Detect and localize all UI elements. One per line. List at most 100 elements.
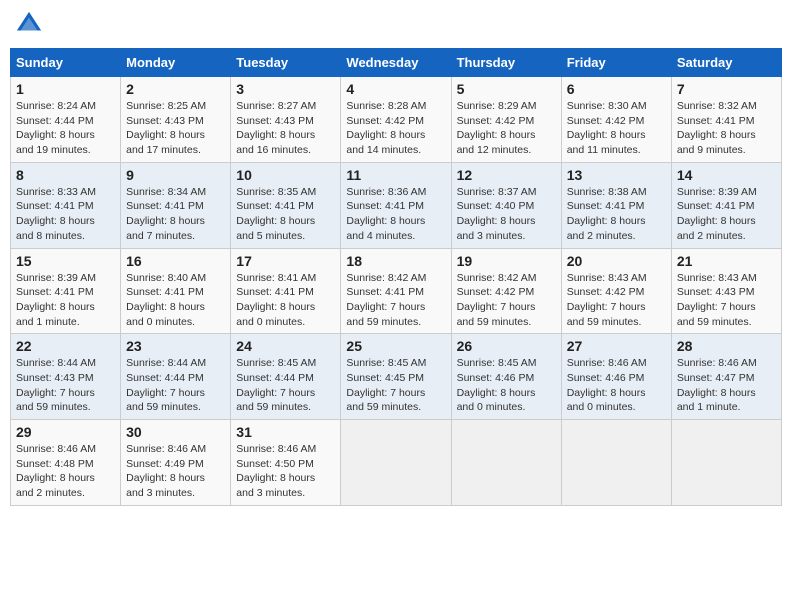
calendar-day-cell: 8 Sunrise: 8:33 AMSunset: 4:41 PMDayligh… xyxy=(11,162,121,248)
calendar-day-cell: 11 Sunrise: 8:36 AMSunset: 4:41 PMDaylig… xyxy=(341,162,451,248)
day-detail: Sunrise: 8:44 AMSunset: 4:43 PMDaylight:… xyxy=(16,356,115,415)
page-header xyxy=(10,10,782,38)
calendar-day-cell xyxy=(451,420,561,506)
calendar-day-cell: 7 Sunrise: 8:32 AMSunset: 4:41 PMDayligh… xyxy=(671,77,781,163)
day-number: 10 xyxy=(236,167,335,183)
calendar-day-cell xyxy=(561,420,671,506)
calendar-day-cell: 20 Sunrise: 8:43 AMSunset: 4:42 PMDaylig… xyxy=(561,248,671,334)
day-header: Wednesday xyxy=(341,49,451,77)
day-detail: Sunrise: 8:33 AMSunset: 4:41 PMDaylight:… xyxy=(16,185,115,244)
calendar-day-cell: 26 Sunrise: 8:45 AMSunset: 4:46 PMDaylig… xyxy=(451,334,561,420)
day-detail: Sunrise: 8:44 AMSunset: 4:44 PMDaylight:… xyxy=(126,356,225,415)
calendar-day-cell: 2 Sunrise: 8:25 AMSunset: 4:43 PMDayligh… xyxy=(121,77,231,163)
day-number: 22 xyxy=(16,338,115,354)
day-number: 4 xyxy=(346,81,445,97)
day-number: 28 xyxy=(677,338,776,354)
calendar-day-cell xyxy=(341,420,451,506)
day-number: 20 xyxy=(567,253,666,269)
calendar-table: SundayMondayTuesdayWednesdayThursdayFrid… xyxy=(10,48,782,506)
day-number: 24 xyxy=(236,338,335,354)
day-detail: Sunrise: 8:25 AMSunset: 4:43 PMDaylight:… xyxy=(126,99,225,158)
calendar-day-cell: 16 Sunrise: 8:40 AMSunset: 4:41 PMDaylig… xyxy=(121,248,231,334)
day-detail: Sunrise: 8:37 AMSunset: 4:40 PMDaylight:… xyxy=(457,185,556,244)
calendar-day-cell: 18 Sunrise: 8:42 AMSunset: 4:41 PMDaylig… xyxy=(341,248,451,334)
calendar-day-cell: 31 Sunrise: 8:46 AMSunset: 4:50 PMDaylig… xyxy=(231,420,341,506)
day-detail: Sunrise: 8:29 AMSunset: 4:42 PMDaylight:… xyxy=(457,99,556,158)
day-number: 17 xyxy=(236,253,335,269)
day-number: 19 xyxy=(457,253,556,269)
calendar-day-cell: 28 Sunrise: 8:46 AMSunset: 4:47 PMDaylig… xyxy=(671,334,781,420)
calendar-header-row: SundayMondayTuesdayWednesdayThursdayFrid… xyxy=(11,49,782,77)
day-number: 6 xyxy=(567,81,666,97)
day-header: Tuesday xyxy=(231,49,341,77)
day-detail: Sunrise: 8:45 AMSunset: 4:44 PMDaylight:… xyxy=(236,356,335,415)
calendar-day-cell: 25 Sunrise: 8:45 AMSunset: 4:45 PMDaylig… xyxy=(341,334,451,420)
day-number: 7 xyxy=(677,81,776,97)
calendar-day-cell: 4 Sunrise: 8:28 AMSunset: 4:42 PMDayligh… xyxy=(341,77,451,163)
calendar-day-cell: 17 Sunrise: 8:41 AMSunset: 4:41 PMDaylig… xyxy=(231,248,341,334)
calendar-day-cell: 6 Sunrise: 8:30 AMSunset: 4:42 PMDayligh… xyxy=(561,77,671,163)
calendar-day-cell: 9 Sunrise: 8:34 AMSunset: 4:41 PMDayligh… xyxy=(121,162,231,248)
calendar-day-cell: 14 Sunrise: 8:39 AMSunset: 4:41 PMDaylig… xyxy=(671,162,781,248)
day-header: Friday xyxy=(561,49,671,77)
day-number: 1 xyxy=(16,81,115,97)
calendar-day-cell: 19 Sunrise: 8:42 AMSunset: 4:42 PMDaylig… xyxy=(451,248,561,334)
day-number: 9 xyxy=(126,167,225,183)
day-detail: Sunrise: 8:39 AMSunset: 4:41 PMDaylight:… xyxy=(16,271,115,330)
day-detail: Sunrise: 8:36 AMSunset: 4:41 PMDaylight:… xyxy=(346,185,445,244)
day-number: 3 xyxy=(236,81,335,97)
day-detail: Sunrise: 8:32 AMSunset: 4:41 PMDaylight:… xyxy=(677,99,776,158)
day-header: Thursday xyxy=(451,49,561,77)
day-detail: Sunrise: 8:35 AMSunset: 4:41 PMDaylight:… xyxy=(236,185,335,244)
calendar-week-row: 15 Sunrise: 8:39 AMSunset: 4:41 PMDaylig… xyxy=(11,248,782,334)
day-detail: Sunrise: 8:43 AMSunset: 4:42 PMDaylight:… xyxy=(567,271,666,330)
day-detail: Sunrise: 8:46 AMSunset: 4:48 PMDaylight:… xyxy=(16,442,115,501)
day-number: 25 xyxy=(346,338,445,354)
day-detail: Sunrise: 8:45 AMSunset: 4:46 PMDaylight:… xyxy=(457,356,556,415)
calendar-day-cell: 30 Sunrise: 8:46 AMSunset: 4:49 PMDaylig… xyxy=(121,420,231,506)
calendar-day-cell: 27 Sunrise: 8:46 AMSunset: 4:46 PMDaylig… xyxy=(561,334,671,420)
day-detail: Sunrise: 8:28 AMSunset: 4:42 PMDaylight:… xyxy=(346,99,445,158)
day-detail: Sunrise: 8:46 AMSunset: 4:49 PMDaylight:… xyxy=(126,442,225,501)
day-number: 8 xyxy=(16,167,115,183)
day-detail: Sunrise: 8:38 AMSunset: 4:41 PMDaylight:… xyxy=(567,185,666,244)
day-number: 30 xyxy=(126,424,225,440)
calendar-day-cell: 15 Sunrise: 8:39 AMSunset: 4:41 PMDaylig… xyxy=(11,248,121,334)
day-number: 12 xyxy=(457,167,556,183)
day-number: 27 xyxy=(567,338,666,354)
day-number: 29 xyxy=(16,424,115,440)
day-number: 13 xyxy=(567,167,666,183)
calendar-day-cell: 10 Sunrise: 8:35 AMSunset: 4:41 PMDaylig… xyxy=(231,162,341,248)
day-header: Sunday xyxy=(11,49,121,77)
day-header: Monday xyxy=(121,49,231,77)
calendar-week-row: 22 Sunrise: 8:44 AMSunset: 4:43 PMDaylig… xyxy=(11,334,782,420)
day-number: 11 xyxy=(346,167,445,183)
day-detail: Sunrise: 8:46 AMSunset: 4:46 PMDaylight:… xyxy=(567,356,666,415)
day-number: 5 xyxy=(457,81,556,97)
day-detail: Sunrise: 8:27 AMSunset: 4:43 PMDaylight:… xyxy=(236,99,335,158)
day-detail: Sunrise: 8:24 AMSunset: 4:44 PMDaylight:… xyxy=(16,99,115,158)
day-number: 16 xyxy=(126,253,225,269)
day-detail: Sunrise: 8:45 AMSunset: 4:45 PMDaylight:… xyxy=(346,356,445,415)
day-detail: Sunrise: 8:30 AMSunset: 4:42 PMDaylight:… xyxy=(567,99,666,158)
calendar-day-cell: 3 Sunrise: 8:27 AMSunset: 4:43 PMDayligh… xyxy=(231,77,341,163)
day-number: 18 xyxy=(346,253,445,269)
day-number: 15 xyxy=(16,253,115,269)
calendar-day-cell: 23 Sunrise: 8:44 AMSunset: 4:44 PMDaylig… xyxy=(121,334,231,420)
day-detail: Sunrise: 8:46 AMSunset: 4:50 PMDaylight:… xyxy=(236,442,335,501)
logo xyxy=(15,10,47,38)
day-number: 21 xyxy=(677,253,776,269)
calendar-week-row: 1 Sunrise: 8:24 AMSunset: 4:44 PMDayligh… xyxy=(11,77,782,163)
calendar-day-cell: 22 Sunrise: 8:44 AMSunset: 4:43 PMDaylig… xyxy=(11,334,121,420)
day-header: Saturday xyxy=(671,49,781,77)
calendar-week-row: 29 Sunrise: 8:46 AMSunset: 4:48 PMDaylig… xyxy=(11,420,782,506)
day-detail: Sunrise: 8:43 AMSunset: 4:43 PMDaylight:… xyxy=(677,271,776,330)
calendar-day-cell: 12 Sunrise: 8:37 AMSunset: 4:40 PMDaylig… xyxy=(451,162,561,248)
logo-icon xyxy=(15,10,43,38)
calendar-week-row: 8 Sunrise: 8:33 AMSunset: 4:41 PMDayligh… xyxy=(11,162,782,248)
day-number: 2 xyxy=(126,81,225,97)
day-number: 14 xyxy=(677,167,776,183)
day-number: 23 xyxy=(126,338,225,354)
calendar-day-cell: 1 Sunrise: 8:24 AMSunset: 4:44 PMDayligh… xyxy=(11,77,121,163)
calendar-day-cell: 29 Sunrise: 8:46 AMSunset: 4:48 PMDaylig… xyxy=(11,420,121,506)
